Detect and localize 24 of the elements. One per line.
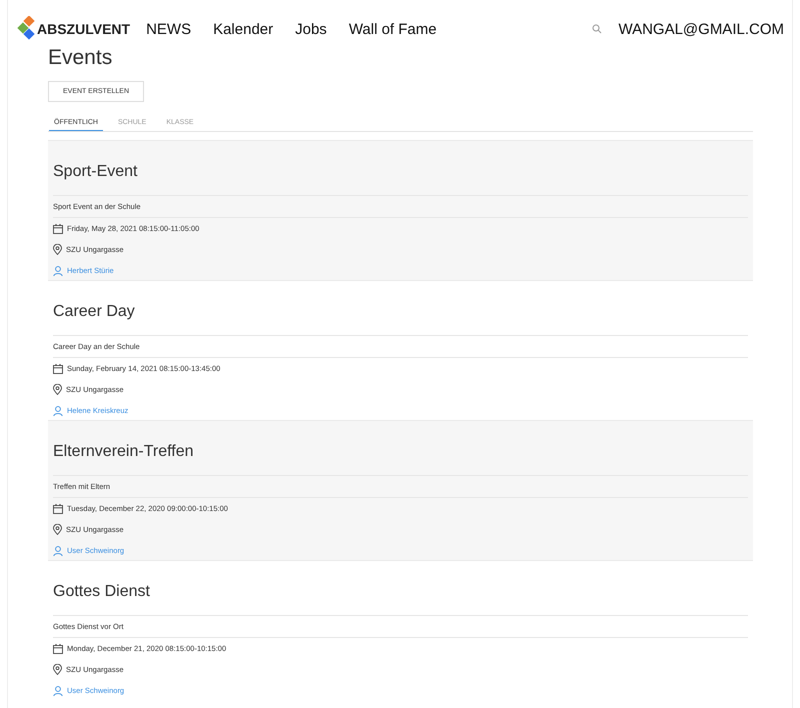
calendar-icon: [53, 504, 63, 514]
calendar-icon: [53, 644, 63, 654]
event-title: Elternverein-Treffen: [53, 442, 195, 462]
nav-link[interactable]: NEWS: [146, 20, 192, 38]
nav-link[interactable]: Jobs: [295, 20, 327, 38]
calendar-icon: [53, 224, 63, 234]
event-title: Career Day: [53, 302, 136, 322]
calendar-icon: [53, 364, 63, 374]
page-title: Events: [48, 46, 114, 70]
person-icon: [53, 686, 63, 696]
person-icon: [53, 406, 63, 416]
logo-text[interactable]: ABSZULVENT: [37, 21, 130, 37]
person-icon: [53, 546, 63, 556]
location-pin-icon: [53, 664, 62, 675]
user-link[interactable]: WANGAL@GMAIL.COM: [618, 20, 784, 38]
event-title: Gottes Dienst: [53, 582, 151, 602]
search-icon[interactable]: [592, 24, 602, 34]
location-pin-icon: [53, 384, 62, 395]
nav-link[interactable]: Kalender: [213, 20, 274, 38]
location-pin-icon: [53, 244, 62, 255]
person-icon: [53, 266, 63, 276]
location-pin-icon: [53, 524, 62, 535]
event-title: Sport-Event: [53, 162, 138, 182]
nav-link[interactable]: Wall of Fame: [348, 20, 437, 38]
